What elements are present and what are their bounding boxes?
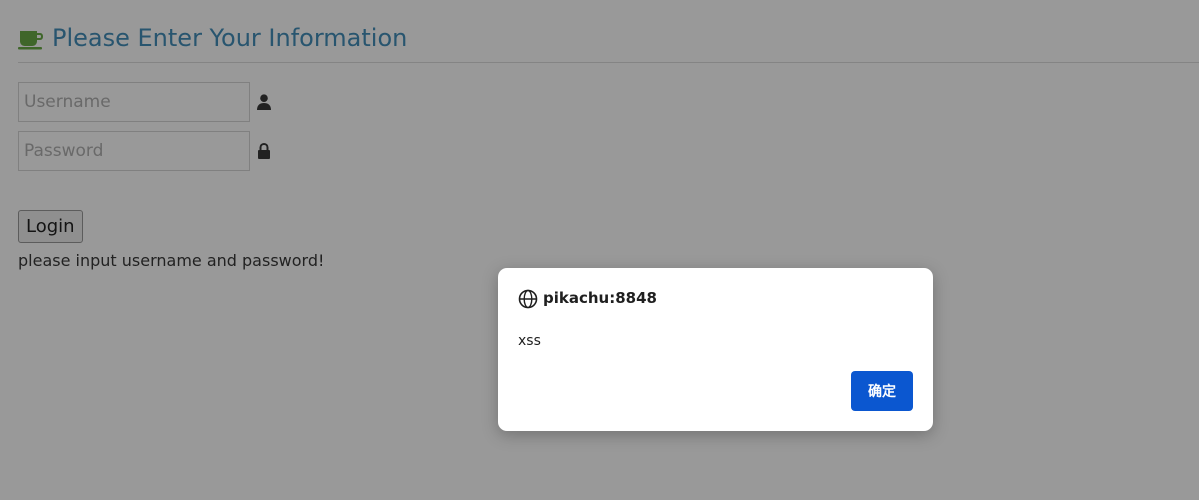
alert-dialog: pikachu:8848 xss 确定	[498, 268, 933, 431]
globe-icon	[518, 289, 538, 309]
dialog-message: xss	[518, 333, 541, 349]
dialog-origin: pikachu:8848	[543, 289, 657, 307]
page: Please Enter Your Information Login plea…	[0, 0, 1199, 500]
ok-button[interactable]: 确定	[851, 371, 913, 411]
